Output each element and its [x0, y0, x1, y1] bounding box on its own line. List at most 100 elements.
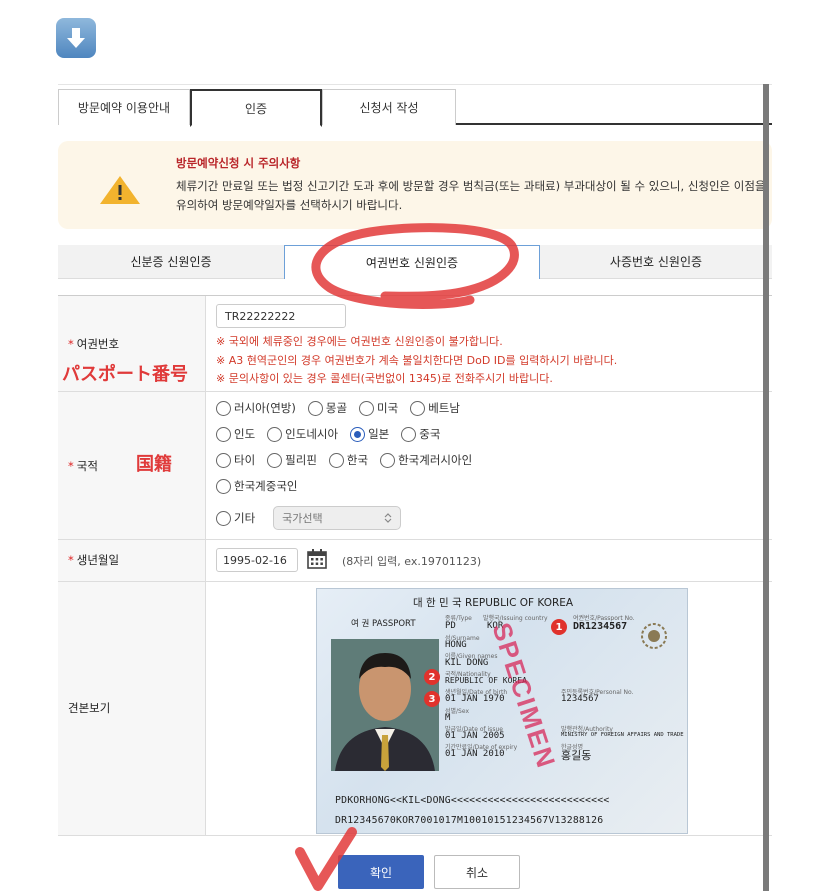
notice-title: 방문예약신청 시 주의사항 — [176, 156, 301, 170]
nationality-row: * 국적 国籍 러시아(연방) 몽골 미국 베트남 인도 인도네시아 일본 중국 … — [58, 392, 772, 540]
radio-circle — [216, 452, 231, 468]
notice-line: 유의하여 방문예약일자를 선택하시기 바랍니다. — [176, 198, 403, 212]
tab-authentication[interactable]: 인증 — [190, 89, 322, 127]
birth-date-input[interactable]: 1995-02-16 — [216, 548, 298, 572]
badge-3: 3 — [424, 691, 440, 707]
warning-line: ※ 국외에 체류중인 경우에는 여권번호 신원인증이 불가합니다. — [216, 335, 503, 348]
radio-circle-selected — [350, 426, 366, 442]
tab-id-card-auth[interactable]: 신분증 신원인증 — [58, 245, 284, 279]
form-buttons: 확인 취소 — [58, 853, 772, 891]
field-label-cell: 견본보기 — [58, 582, 206, 835]
radio-group-line: 기타 국가선택 — [216, 506, 402, 530]
tab-guide[interactable]: 방문예약 이용안내 — [58, 89, 190, 125]
field-label: 견본보기 — [68, 701, 111, 715]
tab-label: 인증 — [244, 101, 268, 116]
radio-group-line: 타이 필리핀 한국 한국계러시아인 — [216, 452, 484, 468]
passport-photo — [331, 639, 439, 771]
down-arrow-icon — [56, 18, 96, 58]
radio-circle — [380, 452, 396, 468]
radio-korean-russian[interactable]: 한국계러시아인 — [380, 452, 472, 468]
field-content: 대 한 민 국 REPUBLIC OF KOREA 여 권 PASSPORT 종… — [216, 582, 772, 835]
passport-surname: HONG — [445, 640, 467, 650]
field-label-cell: * 생년월일 — [58, 540, 206, 581]
passport-mrz-line: PDKORHONG<<KIL<DONG<<<<<<<<<<<<<<<<<<<<<… — [335, 795, 610, 806]
radio-usa[interactable]: 미국 — [359, 400, 398, 416]
birth-date-hint: (8자리 입력, ex.19701123) — [342, 555, 482, 568]
radio-group-line: 러시아(연방) 몽골 미국 베트남 — [216, 400, 472, 416]
radio-circle — [216, 478, 231, 494]
window-edge — [763, 84, 769, 891]
page-frame: 방문예약 이용안내 인증 신청서 작성 방문예약신청 시 주의사항 체류기간 만… — [58, 84, 772, 891]
passport-warnings: ※ 국외에 체류중인 경우에는 여권번호 신원인증이 불가합니다. ※ A3 현… — [216, 333, 617, 389]
field-content: 1995-02-16 (8자리 입력, ex.19701123) — [216, 540, 772, 581]
radio-circle — [359, 400, 375, 416]
confirm-button[interactable]: 확인 — [338, 855, 424, 889]
field-content: 러시아(연방) 몽골 미국 베트남 인도 인도네시아 일본 중국 타이 필리핀 … — [216, 392, 772, 539]
passport-number: DR1234567 — [573, 621, 628, 632]
tab-label: 방문예약 이용안내 — [77, 101, 171, 115]
radio-circle — [267, 426, 283, 442]
auth-method-tabs: 신분증 신원인증 여권번호 신원인증 사증번호 신원인증 — [58, 245, 772, 279]
tab-passport-auth[interactable]: 여권번호 신원인증 — [284, 245, 540, 279]
radio-vietnam[interactable]: 베트남 — [410, 400, 460, 416]
passport-given-name: KIL DONG — [445, 658, 489, 668]
passport-sample-image: 대 한 민 국 REPUBLIC OF KOREA 여 권 PASSPORT 종… — [316, 588, 688, 834]
passport-authority: MINISTRY OF FOREIGN AFFAIRS AND TRADE — [561, 732, 684, 738]
radio-other[interactable]: 기타 — [216, 510, 255, 526]
badge-2: 2 — [424, 669, 440, 685]
radio-circle — [410, 400, 426, 416]
badge-1: 1 — [551, 619, 567, 635]
passport-dob: 01 JAN 1970 — [445, 694, 505, 704]
field-label-cell: * 여권번호 パスポート番号 — [58, 296, 206, 391]
passport-sex: M — [445, 713, 451, 723]
radio-circle — [401, 426, 417, 442]
tab-visa-auth[interactable]: 사증번호 신원인증 — [540, 245, 772, 279]
field-label: * 여권번호 — [68, 337, 120, 351]
radio-mongolia[interactable]: 몽골 — [307, 400, 347, 416]
radio-korean-chinese[interactable]: 한국계중국인 — [216, 478, 297, 494]
radio-india[interactable]: 인도 — [216, 426, 255, 442]
annotation-text: 国籍 — [136, 454, 172, 475]
passport-header: 대 한 민 국 REPUBLIC OF KOREA — [413, 597, 574, 609]
calendar-icon[interactable] — [306, 548, 328, 570]
radio-philippines[interactable]: 필리핀 — [267, 452, 317, 468]
country-select[interactable]: 국가선택 — [273, 506, 402, 530]
field-label: * 생년월일 — [68, 553, 120, 567]
tab-label: 신분증 신원인증 — [130, 255, 212, 269]
annotation-text: パスポート番号 — [62, 364, 188, 385]
select-arrows-icon — [384, 513, 392, 523]
radio-group-line: 한국계중국인 — [216, 478, 309, 494]
cancel-button[interactable]: 취소 — [434, 855, 520, 889]
radio-circle — [216, 426, 231, 442]
field-label-cell: * 국적 国籍 — [58, 392, 206, 539]
radio-korea[interactable]: 한국 — [328, 452, 368, 468]
radio-thailand[interactable]: 타이 — [216, 452, 255, 468]
warning-line: ※ A3 현역군인의 경우 여권번호가 계속 불일치한다면 DoD ID를 입력… — [216, 353, 618, 367]
passport-expiry-date: 01 JAN 2010 — [445, 749, 505, 759]
passport-korean-name: 홍길동 — [561, 749, 592, 762]
birth-date-row: * 생년월일 1995-02-16 (8자리 입력, ex.19701123) — [58, 540, 772, 582]
warning-icon — [100, 176, 140, 204]
tab-application[interactable]: 신청서 작성 — [322, 89, 456, 125]
tab-label: 신청서 작성 — [359, 101, 419, 115]
passport-personal-no: 1234567 — [561, 694, 599, 704]
passport-doc-label: 여 권 PASSPORT — [351, 619, 416, 629]
radio-russia[interactable]: 러시아(연방) — [216, 400, 296, 416]
sample-row: 견본보기 대 한 민 국 REPUBLIC OF KOREA 여 권 PASSP… — [58, 582, 772, 836]
passport-number-input[interactable]: TR22222222 — [216, 304, 346, 328]
korea-emblem-icon — [641, 623, 667, 649]
auth-form: * 여권번호 パスポート番号 TR22222222 ※ 국외에 체류중인 경우에는… — [58, 295, 772, 836]
radio-circle — [328, 452, 344, 468]
passport-type: PD — [445, 621, 456, 631]
radio-indonesia[interactable]: 인도네시아 — [267, 426, 338, 442]
notice-box: 방문예약신청 시 주의사항 체류기간 만료일 또는 법정 신고기간 도과 후에 … — [58, 141, 772, 229]
radio-china[interactable]: 중국 — [401, 426, 440, 442]
radio-group-line: 인도 인도네시아 일본 중국 — [216, 426, 452, 442]
radio-circle — [216, 400, 231, 416]
notice-body: 체류기간 만료일 또는 법정 신고기간 도과 후에 방문할 경우 범칙금(또는 … — [176, 177, 766, 215]
radio-circle — [307, 400, 323, 416]
tab-label: 사증번호 신원인증 — [609, 255, 703, 269]
radio-japan[interactable]: 일본 — [350, 426, 389, 442]
radio-circle — [216, 510, 231, 526]
radio-circle — [267, 452, 283, 468]
